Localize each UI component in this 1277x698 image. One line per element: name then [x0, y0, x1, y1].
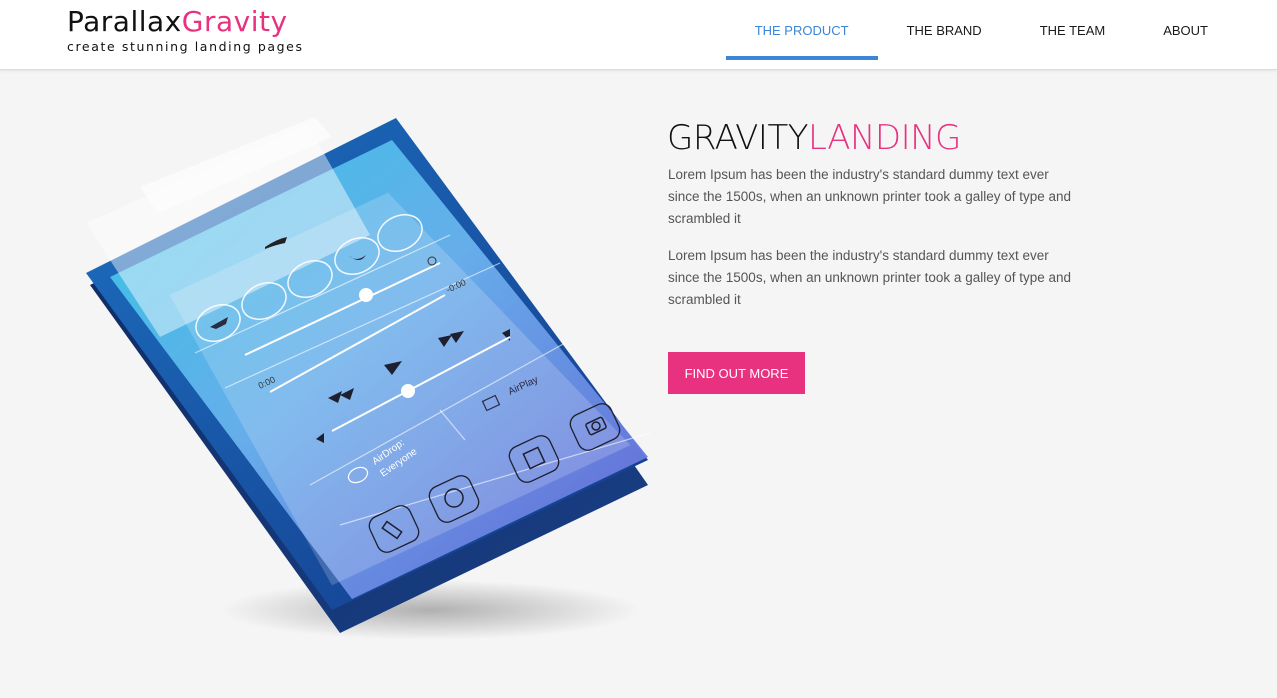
logo-title-gravity: Gravity — [181, 5, 288, 38]
logo-title-parallax: Parallax — [67, 5, 182, 38]
hero-paragraph-2: Lorem Ipsum has been the industry's stan… — [668, 248, 1072, 307]
hero-paragraph-1: Lorem Ipsum has been the industry's stan… — [668, 167, 1072, 226]
nav-item-about[interactable]: ABOUT — [1134, 0, 1237, 60]
main-nav: THE PRODUCT THE BRAND THE TEAM ABOUT — [725, 0, 1237, 70]
nav-item-the-team[interactable]: THE TEAM — [1011, 0, 1135, 60]
site-header: ParallaxGravity create stunning landing … — [0, 0, 1277, 70]
volume-slider-thumb — [401, 384, 415, 398]
hero-title-gravity: GRAVITY — [667, 118, 809, 158]
hero-title-landing: LANDING — [808, 118, 961, 158]
logo-tagline: create stunning landing pages — [67, 39, 304, 54]
logo-title: ParallaxGravity — [67, 6, 304, 38]
hero-title: GRAVITYLANDING — [667, 118, 961, 158]
phone-layers-illustration: 0:00 -0:00 AirPlay AirDrop: Everyone — [86, 117, 651, 640]
brightness-slider-thumb — [359, 288, 373, 302]
logo[interactable]: ParallaxGravity create stunning landing … — [67, 6, 304, 55]
find-out-more-button[interactable]: FIND OUT MORE — [668, 352, 805, 394]
nav-item-the-product[interactable]: THE PRODUCT — [725, 0, 878, 60]
nav-item-the-brand[interactable]: THE BRAND — [878, 0, 1011, 60]
